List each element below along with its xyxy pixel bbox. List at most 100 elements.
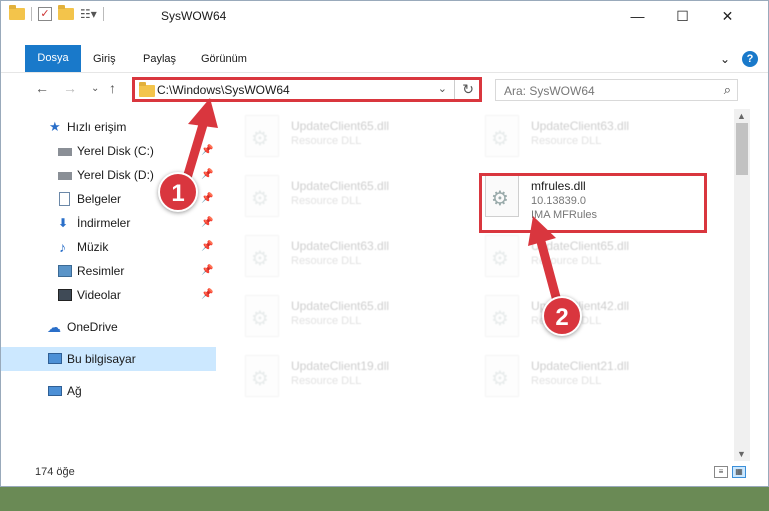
- sidebar-item-quick-access[interactable]: ★ Hızlı erişim: [1, 115, 216, 139]
- file-item[interactable]: UpdateClient65.dll Resource DLL: [245, 173, 475, 229]
- back-arrow-icon[interactable]: ←: [35, 80, 49, 96]
- documents-icon: [59, 192, 70, 206]
- sidebar-item-network[interactable]: Ağ: [1, 379, 216, 403]
- tab-view[interactable]: Görünüm: [191, 46, 257, 73]
- music-icon: ♪: [59, 239, 66, 255]
- pin-icon[interactable]: 📌: [201, 283, 213, 307]
- dll-file-icon: [485, 235, 519, 277]
- callout-badge-1: 1: [158, 172, 198, 212]
- sidebar-item-onedrive[interactable]: ☁ OneDrive: [1, 315, 216, 339]
- callout-badge-2: 2: [542, 296, 582, 336]
- properties-check-icon[interactable]: ✓: [38, 7, 52, 21]
- tab-file[interactable]: Dosya: [25, 45, 81, 72]
- scrollbar-thumb[interactable]: [736, 123, 748, 175]
- sidebar-item-label: Videolar: [77, 288, 121, 302]
- file-name: UpdateClient65.dll: [291, 299, 390, 313]
- highlight-box-mfrules: [479, 173, 707, 233]
- sidebar-item-videos[interactable]: Videolar 📌: [1, 283, 216, 307]
- tab-share[interactable]: Paylaş: [133, 46, 186, 73]
- network-icon: [48, 386, 62, 396]
- sidebar-item-label: Belgeler: [77, 192, 122, 206]
- pin-icon[interactable]: 📌: [201, 163, 213, 187]
- recent-locations-chevron-icon[interactable]: ⌄: [91, 83, 99, 94]
- file-item[interactable]: UpdateClient42.dll Resource DLL: [485, 293, 715, 349]
- help-icon[interactable]: ?: [742, 51, 758, 67]
- file-item[interactable]: UpdateClient65.dll Resource DLL: [245, 113, 475, 169]
- pin-icon[interactable]: 📌: [201, 259, 213, 283]
- quick-access-toolbar: ✓ ☷▾: [9, 5, 104, 21]
- toolbar-separator: [102, 7, 104, 21]
- title-bar: ✓ ☷▾ SysWOW64 — ☐ ✕: [1, 1, 768, 31]
- expand-ribbon-icon[interactable]: ⌄: [720, 52, 730, 66]
- sidebar-item-label: Müzik: [77, 240, 109, 254]
- vertical-scrollbar[interactable]: ▲ ▼: [734, 109, 750, 461]
- file-type: Resource DLL: [291, 375, 362, 387]
- chevron-down-icon[interactable]: ⌄: [438, 82, 447, 95]
- sidebar-item-music[interactable]: ♪ Müzik 📌: [1, 235, 216, 259]
- file-type: Resource DLL: [531, 255, 602, 267]
- address-row: ← → ⌄ ↑ C:\Windows\SysWOW64 ⌄ ↻ Ara: Sys…: [1, 77, 768, 103]
- refresh-icon[interactable]: ↻: [462, 81, 474, 98]
- file-item[interactable]: UpdateClient19.dll Resource DLL: [245, 353, 475, 409]
- address-bar[interactable]: C:\Windows\SysWOW64 ⌄ ↻: [132, 77, 482, 102]
- item-count: 174 öğe: [35, 466, 75, 478]
- file-item[interactable]: UpdateClient65.dll Resource DLL: [245, 293, 475, 349]
- large-icons-view-icon[interactable]: ▦: [732, 466, 746, 478]
- file-type: Resource DLL: [291, 135, 362, 147]
- dll-file-icon: [485, 295, 519, 337]
- scroll-up-icon[interactable]: ▲: [737, 111, 746, 121]
- sidebar-item-label: Yerel Disk (D:): [77, 168, 154, 182]
- details-view-icon[interactable]: ≡: [714, 466, 728, 478]
- maximize-button[interactable]: ☐: [660, 1, 705, 31]
- navigation-pane: ★ Hızlı erişim Yerel Disk (C:) 📌 Yerel D…: [1, 109, 216, 461]
- pin-icon[interactable]: 📌: [201, 211, 213, 235]
- up-arrow-icon[interactable]: ↑: [109, 80, 116, 96]
- pin-icon[interactable]: 📌: [201, 139, 213, 163]
- sidebar-item-pictures[interactable]: Resimler 📌: [1, 259, 216, 283]
- customize-toolbar-icon[interactable]: ☷▾: [80, 7, 97, 21]
- explorer-window: ✓ ☷▾ SysWOW64 — ☐ ✕ Dosya Giriş Paylaş G…: [0, 0, 769, 487]
- file-item[interactable]: UpdateClient21.dll Resource DLL: [485, 353, 715, 409]
- dll-file-icon: [485, 115, 519, 157]
- sidebar-item-label: Hızlı erişim: [67, 120, 127, 134]
- pin-icon[interactable]: 📌: [201, 235, 213, 259]
- file-item[interactable]: UpdateClient63.dll Resource DLL: [485, 113, 715, 169]
- dll-file-icon: [245, 355, 279, 397]
- file-item[interactable]: UpdateClient63.dll Resource DLL: [245, 233, 475, 289]
- address-path[interactable]: C:\Windows\SysWOW64: [157, 83, 290, 97]
- sidebar-item-label: OneDrive: [67, 320, 118, 334]
- file-name: UpdateClient65.dll: [531, 239, 630, 253]
- file-type: Resource DLL: [291, 255, 362, 267]
- scroll-down-icon[interactable]: ▼: [737, 449, 746, 459]
- sidebar-item-label: İndirmeler: [77, 216, 131, 230]
- file-name: UpdateClient21.dll: [531, 359, 630, 373]
- close-button[interactable]: ✕: [705, 1, 750, 31]
- sidebar-item-this-pc[interactable]: Bu bilgisayar: [1, 347, 216, 371]
- sidebar-item-drive-c[interactable]: Yerel Disk (C:) 📌: [1, 139, 216, 163]
- new-folder-icon[interactable]: [58, 5, 74, 20]
- pictures-icon: [58, 265, 72, 277]
- file-item[interactable]: UpdateClient65.dll Resource DLL: [485, 233, 715, 289]
- tab-home[interactable]: Giriş: [83, 46, 126, 73]
- sidebar-item-downloads[interactable]: ⬇ İndirmeler 📌: [1, 211, 216, 235]
- minimize-button[interactable]: —: [615, 1, 660, 31]
- pin-icon[interactable]: 📌: [201, 187, 213, 211]
- ribbon: Dosya Giriş Paylaş Görünüm ⌄ ?: [1, 45, 768, 73]
- drive-icon: [58, 172, 72, 180]
- dll-file-icon: [245, 295, 279, 337]
- sidebar-item-label: Bu bilgisayar: [67, 352, 136, 366]
- dll-file-icon: [245, 115, 279, 157]
- dll-file-icon: [245, 235, 279, 277]
- file-name: UpdateClient63.dll: [291, 239, 390, 253]
- forward-arrow-icon[interactable]: →: [63, 80, 77, 96]
- star-icon: ★: [49, 119, 61, 134]
- status-bar: 174 öğe ≡ ▦: [1, 463, 768, 485]
- file-list: UpdateClient65.dll Resource DLL UpdateCl…: [223, 109, 733, 461]
- dll-file-icon: [245, 175, 279, 217]
- file-type: Resource DLL: [291, 195, 362, 207]
- file-type: Resource DLL: [531, 375, 602, 387]
- search-icon[interactable]: ⌕: [724, 82, 731, 98]
- search-placeholder: Ara: SysWOW64: [504, 84, 595, 98]
- search-input[interactable]: Ara: SysWOW64 ⌕: [495, 79, 738, 101]
- file-name: UpdateClient63.dll: [531, 119, 630, 133]
